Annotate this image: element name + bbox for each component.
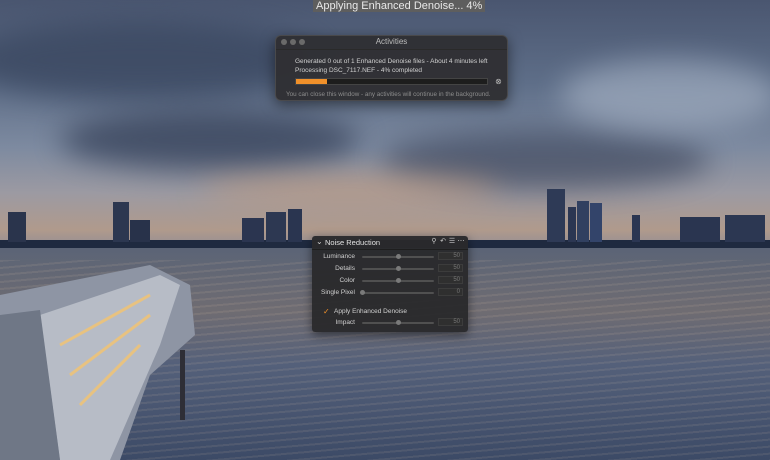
- luminance-slider-knob[interactable]: [396, 254, 401, 259]
- details-slider[interactable]: [362, 266, 434, 271]
- impact-slider-knob[interactable]: [396, 320, 401, 325]
- impact-label: Impact: [335, 319, 355, 326]
- single-pixel-slider[interactable]: [360, 290, 434, 295]
- noise-reduction-title: Noise Reduction: [325, 238, 381, 247]
- enhanced-denoise-label[interactable]: Apply Enhanced Denoise: [334, 308, 407, 315]
- collapse-chevron-icon[interactable]: ⌄: [316, 237, 323, 246]
- activity-progress-bar: [295, 78, 488, 85]
- luminance-label: Luminance: [323, 253, 355, 260]
- details-value[interactable]: 50: [438, 264, 463, 272]
- noise-reduction-header[interactable]: ⌄ Noise Reduction ⚲ ↶ ☰ ⋯: [312, 236, 468, 250]
- impact-slider[interactable]: [362, 320, 434, 325]
- activities-note: You can close this window - any activiti…: [286, 91, 491, 98]
- single-pixel-label: Single Pixel: [321, 289, 355, 296]
- more-options-icon[interactable]: ⋯: [457, 237, 465, 245]
- color-slider[interactable]: [362, 278, 434, 283]
- color-row: Color 50: [312, 276, 468, 286]
- picker-icon[interactable]: ⚲: [430, 237, 438, 245]
- activities-title: Activities: [375, 37, 408, 46]
- details-slider-knob[interactable]: [396, 266, 401, 271]
- cancel-activity-icon[interactable]: ⊗: [495, 78, 502, 86]
- luminance-value[interactable]: 50: [438, 252, 463, 260]
- enhanced-denoise-checkbox[interactable]: ✓: [323, 307, 330, 316]
- reset-icon[interactable]: ↶: [439, 237, 447, 245]
- single-pixel-row: Single Pixel 0: [312, 288, 468, 298]
- details-label: Details: [335, 265, 355, 272]
- activities-titlebar[interactable]: Activities: [276, 36, 507, 50]
- activity-detail: Processing DSC_7117.NEF - 4% completed: [295, 67, 423, 74]
- activity-progress-fill: [296, 79, 327, 84]
- color-value[interactable]: 50: [438, 276, 463, 284]
- presets-icon[interactable]: ☰: [448, 237, 456, 245]
- activity-summary: Generated 0 out of 1 Enhanced Denoise fi…: [295, 58, 488, 65]
- luminance-row: Luminance 50: [312, 252, 468, 262]
- noise-reduction-panel: ⌄ Noise Reduction ⚲ ↶ ☰ ⋯ Luminance 50 D…: [312, 236, 468, 332]
- single-pixel-slider-knob[interactable]: [360, 290, 365, 295]
- color-slider-knob[interactable]: [396, 278, 401, 283]
- status-banner: Applying Enhanced Denoise... 4%: [313, 0, 486, 12]
- details-row: Details 50: [312, 264, 468, 274]
- impact-value[interactable]: 50: [438, 318, 463, 326]
- luminance-slider[interactable]: [362, 254, 434, 259]
- promenade-railing: [0, 265, 195, 460]
- impact-row: Impact 50: [312, 318, 468, 328]
- single-pixel-value[interactable]: 0: [438, 288, 463, 296]
- color-label: Color: [339, 277, 355, 284]
- activities-window[interactable]: Activities Generated 0 out of 1 Enhanced…: [275, 35, 508, 101]
